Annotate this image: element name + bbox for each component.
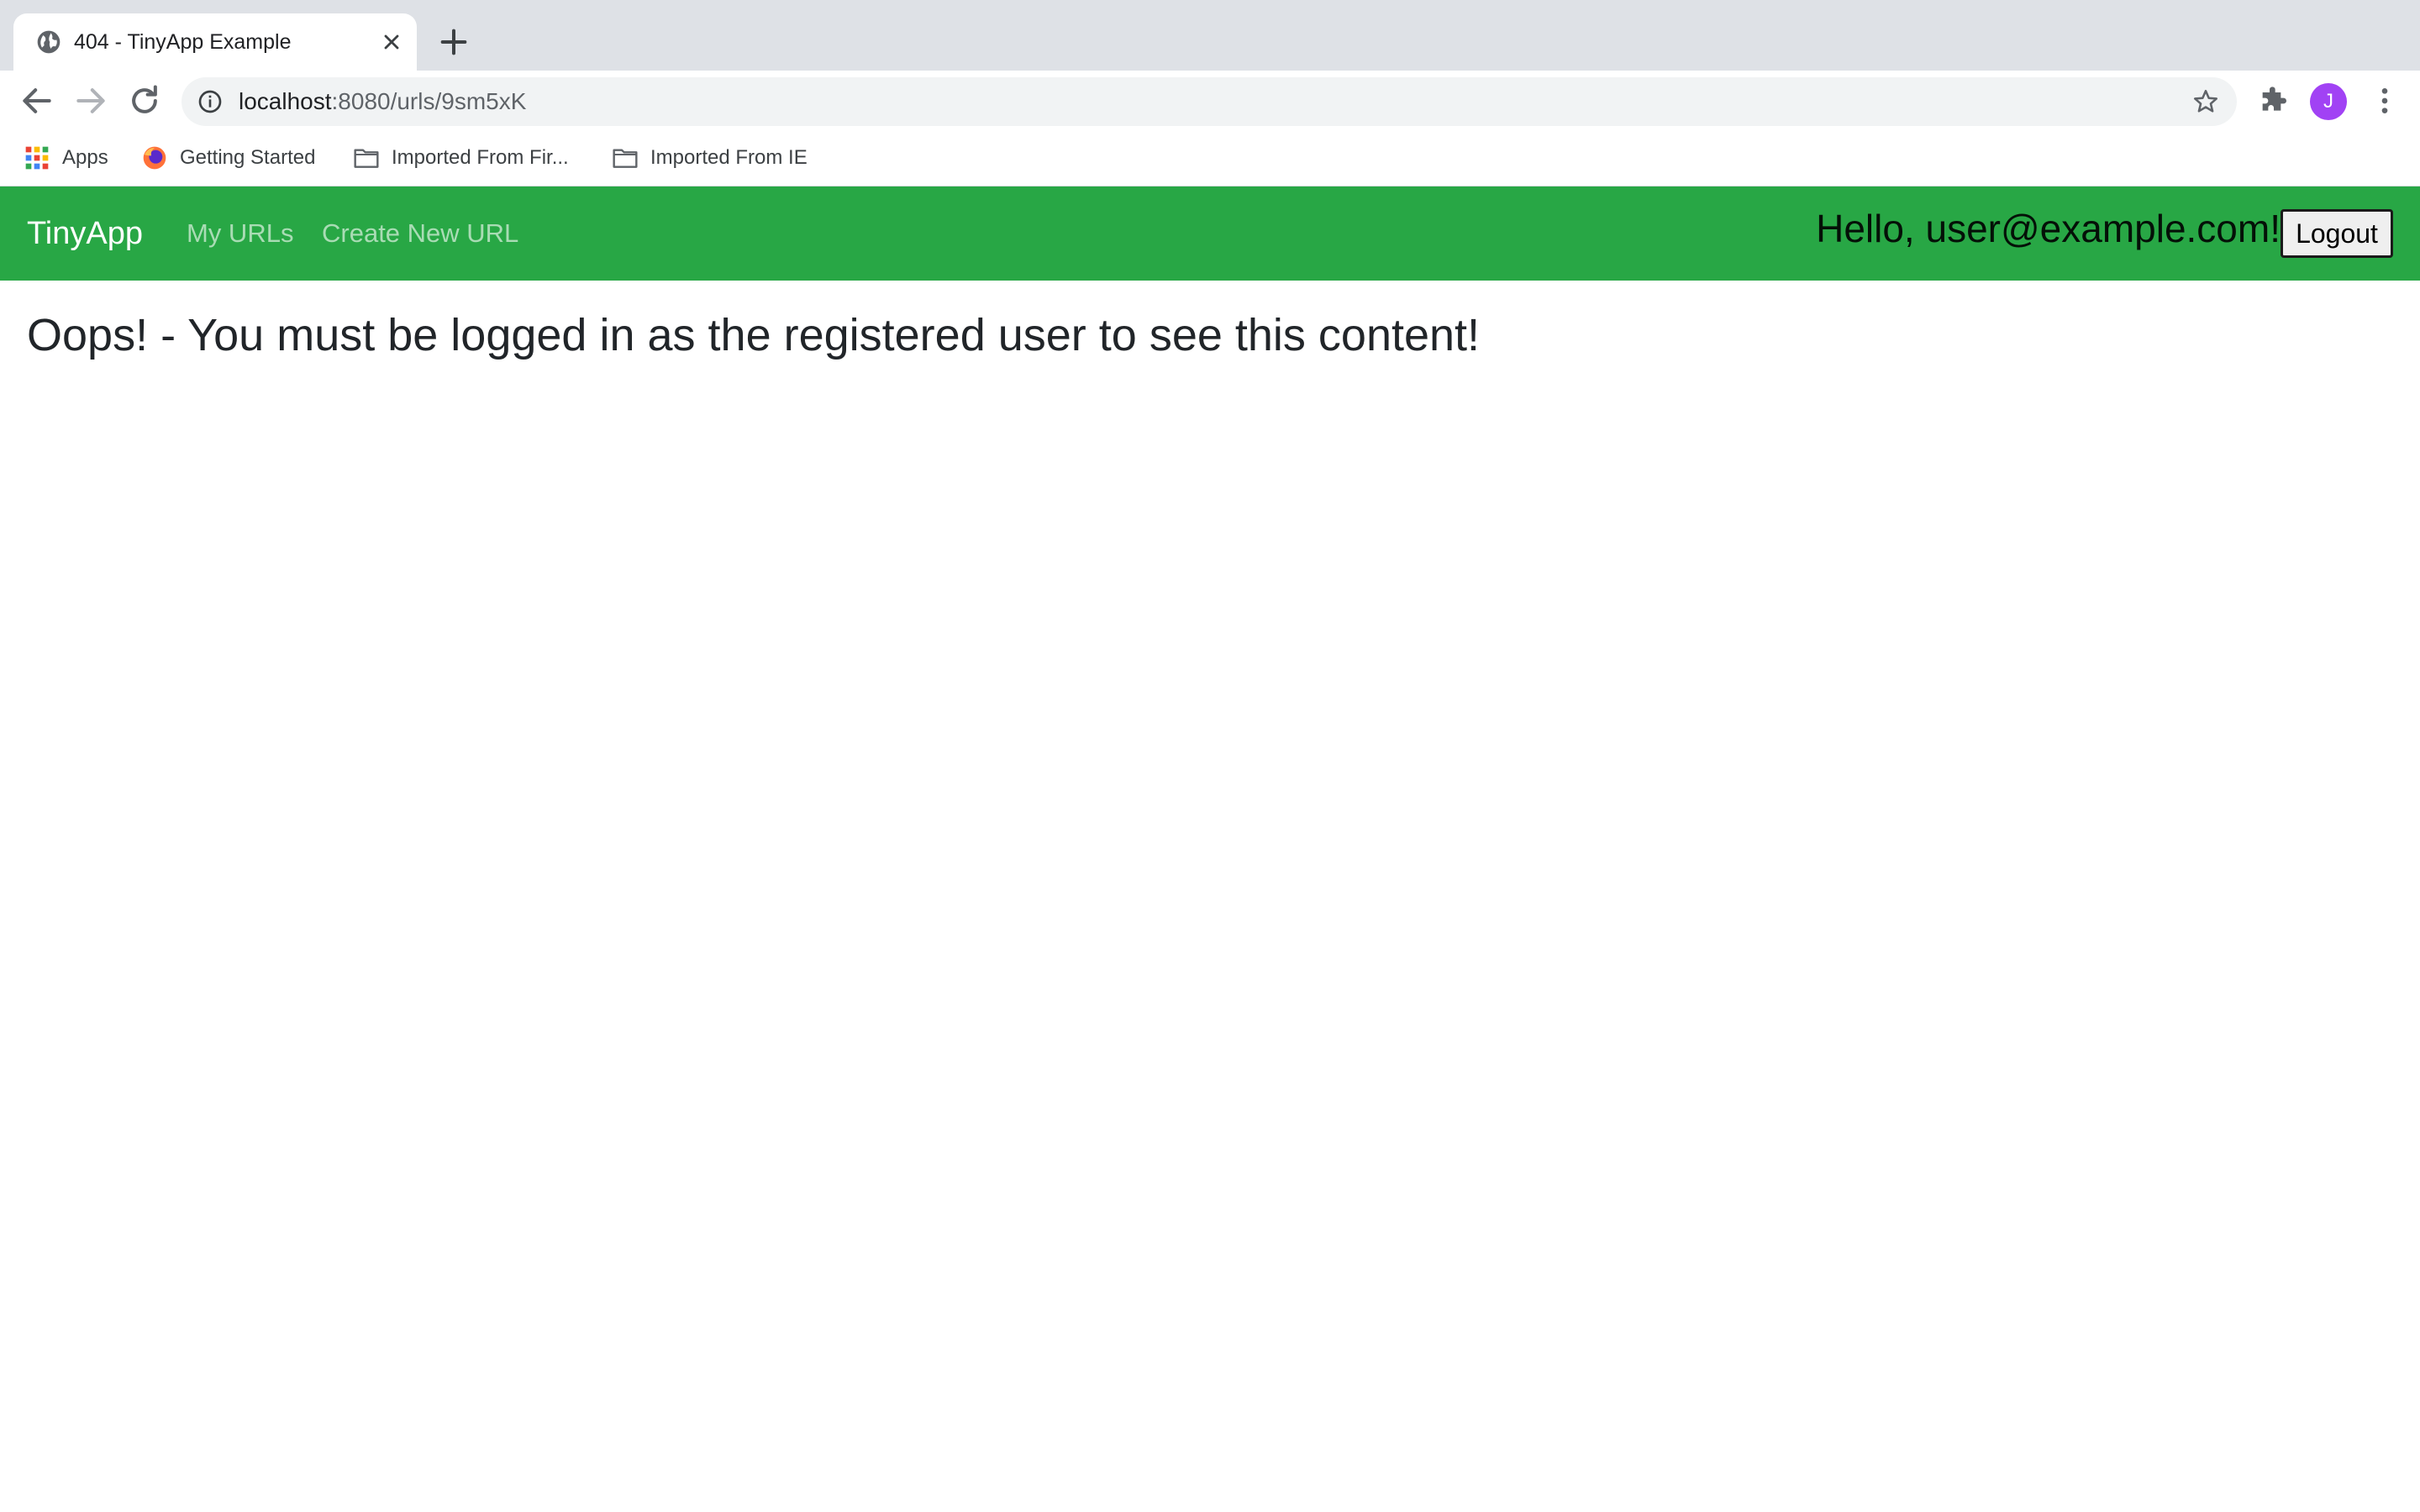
address-bar[interactable]: localhost:8080/urls/9sm5xK: [182, 77, 2237, 126]
firefox-icon: [143, 146, 166, 170]
forward-arrow-icon[interactable]: [72, 82, 109, 119]
logout-button[interactable]: Logout: [2281, 209, 2393, 258]
browser-tabstrip: 404 - TinyApp Example: [0, 0, 2420, 71]
close-icon[interactable]: [380, 30, 403, 54]
user-greeting: Hello, user@example.com!: [1816, 207, 2281, 250]
bookmark-getting-started[interactable]: Getting Started: [141, 143, 334, 173]
kebab-menu-icon[interactable]: [2368, 84, 2402, 118]
profile-avatar[interactable]: J: [2310, 83, 2347, 120]
url-text[interactable]: localhost:8080/urls/9sm5xK: [239, 77, 526, 126]
browser-tab-active[interactable]: 404 - TinyApp Example: [13, 13, 417, 71]
new-tab-plus-icon[interactable]: [437, 25, 471, 59]
back-arrow-icon[interactable]: [18, 82, 55, 119]
bookmark-star-icon[interactable]: [2191, 87, 2220, 116]
bookmark-label: Imported From IE: [650, 146, 808, 169]
bookmark-apps[interactable]: Apps: [24, 143, 116, 173]
folder-icon: [613, 149, 638, 168]
error-message: Oops! - You must be logged in as the reg…: [27, 310, 1481, 360]
bookmark-label: Getting Started: [180, 146, 316, 169]
brand-link[interactable]: TinyApp: [27, 186, 143, 281]
site-info-icon[interactable]: [197, 88, 224, 115]
nav-link-create-new-url[interactable]: Create New URL: [322, 186, 518, 281]
tab-title: 404 - TinyApp Example: [74, 30, 292, 54]
globe-icon: [37, 30, 60, 54]
url-path: :8080/urls/9sm5xK: [331, 88, 527, 114]
browser-toolbar: localhost:8080/urls/9sm5xK J: [0, 71, 2420, 131]
bookmarks-bar: Apps Getting Started Imported From Fir..…: [0, 131, 2420, 186]
extensions-puzzle-icon[interactable]: [2257, 84, 2291, 118]
bookmark-folder-imported-ie[interactable]: Imported From IE: [612, 143, 830, 173]
bookmark-label: Imported From Fir...: [392, 146, 569, 169]
folder-icon: [354, 149, 379, 168]
url-host: localhost: [239, 88, 332, 114]
app-navbar: TinyApp My URLs Create New URL Hello, us…: [0, 186, 2420, 281]
apps-grid-icon: [25, 146, 49, 170]
bookmark-label: Apps: [62, 146, 108, 169]
bookmark-folder-imported-firefox[interactable]: Imported From Fir...: [353, 143, 588, 173]
nav-link-my-urls[interactable]: My URLs: [187, 186, 293, 281]
reload-icon[interactable]: [126, 82, 163, 119]
